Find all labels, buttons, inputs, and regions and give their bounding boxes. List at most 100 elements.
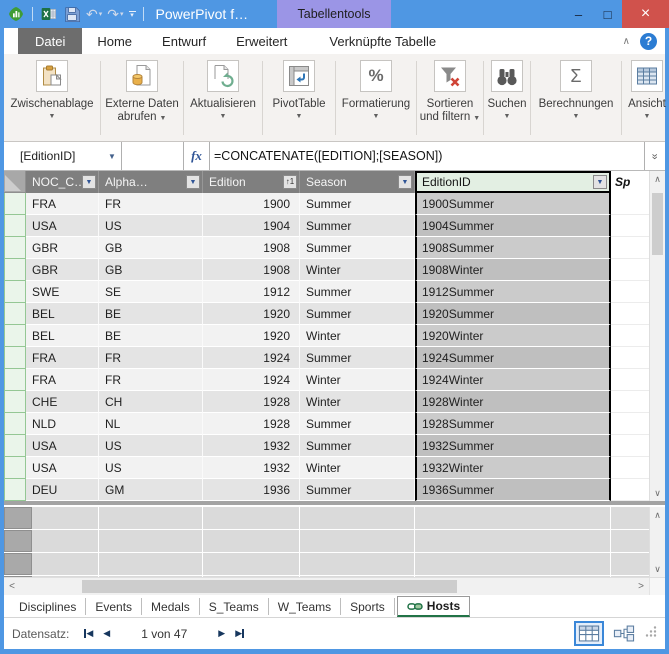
ribbon-button-suchen[interactable]: Suchen ▼ <box>484 57 530 141</box>
add-column-header[interactable]: Sp <box>611 171 649 193</box>
measure-row-header[interactable] <box>4 530 32 552</box>
cell-edition[interactable]: 1924 <box>203 347 300 369</box>
cell-alpha_2[interactable]: US <box>99 457 203 479</box>
empty-cell[interactable] <box>611 303 649 325</box>
resize-grip[interactable] <box>644 625 657 643</box>
grid-view-button[interactable] <box>574 621 604 646</box>
record-prev-button[interactable]: ◀ <box>103 628 110 639</box>
measure-cell[interactable] <box>99 576 203 577</box>
empty-cell[interactable] <box>611 391 649 413</box>
scrollbar-up-icon[interactable]: ∧ <box>650 507 666 523</box>
cell-edition[interactable]: 1928 <box>203 413 300 435</box>
cell-season[interactable]: Winter <box>300 325 415 347</box>
measure-cell[interactable] <box>300 530 415 552</box>
tab-verkn-pfte-tabelle[interactable]: Verknüpfte Tabelle <box>314 28 451 54</box>
sheet-tab-medals[interactable]: Medals <box>142 598 200 615</box>
cell-edition[interactable]: 1920 <box>203 303 300 325</box>
cell-season[interactable]: Winter <box>300 457 415 479</box>
empty-cell[interactable] <box>611 413 649 435</box>
row-selector[interactable] <box>4 479 26 501</box>
cell-noc_code[interactable]: GBR <box>26 259 99 281</box>
ribbon-button-berechnungen[interactable]: Σ Berechnungen ▼ <box>531 57 621 141</box>
filter-dropdown-icon[interactable]: ▼ <box>593 175 607 189</box>
sheet-tab-disciplines[interactable]: Disciplines <box>10 598 87 615</box>
ribbon-button-pivottable[interactable]: PivotTable ▼ <box>263 57 335 141</box>
ribbon-button-sortieren[interactable]: Sortieren und filtern ▼ <box>417 57 483 141</box>
cell-alpha_2[interactable]: GM <box>99 479 203 501</box>
filter-dropdown-icon[interactable]: ▼ <box>398 175 412 189</box>
filter-dropdown-icon[interactable]: ▼ <box>82 175 96 189</box>
cell-alpha_2[interactable]: NL <box>99 413 203 435</box>
measure-cell[interactable] <box>99 530 203 552</box>
cell-edition[interactable]: 1928 <box>203 391 300 413</box>
cell-edition_id[interactable]: 1924Winter <box>415 369 611 391</box>
cell-edition[interactable]: 1932 <box>203 435 300 457</box>
sheet-tab-hosts[interactable]: Hosts <box>396 596 471 617</box>
ribbon-button-zwischenablage[interactable]: Zwischenablage ▼ <box>4 57 100 141</box>
cell-edition_id[interactable]: 1924Summer <box>415 347 611 369</box>
tab-erweitert[interactable]: Erweitert <box>221 28 302 54</box>
measure-cell[interactable] <box>611 530 649 552</box>
cell-edition_id[interactable]: 1904Summer <box>415 215 611 237</box>
cell-season[interactable]: Winter <box>300 391 415 413</box>
formula-input[interactable]: =CONCATENATE([EDITION];[SEASON]) <box>210 142 644 170</box>
cell-season[interactable]: Winter <box>300 259 415 281</box>
cell-season[interactable]: Summer <box>300 237 415 259</box>
cell-alpha_2[interactable]: SE <box>99 281 203 303</box>
cell-noc_code[interactable]: USA <box>26 215 99 237</box>
measure-cell[interactable] <box>99 507 203 529</box>
row-selector[interactable] <box>4 369 26 391</box>
row-selector[interactable] <box>4 303 26 325</box>
measure-cell[interactable] <box>611 507 649 529</box>
cell-noc_code[interactable]: FRA <box>26 369 99 391</box>
column-header-edition[interactable]: Edition ↑1 <box>203 171 300 193</box>
row-selector[interactable] <box>4 237 26 259</box>
context-tab-tabellentools[interactable]: Tabellentools <box>277 0 391 28</box>
cell-edition_id[interactable]: 1936Summer <box>415 479 611 501</box>
horizontal-scrollbar[interactable]: < > <box>4 577 665 595</box>
sheet-tab-s_teams[interactable]: S_Teams <box>200 598 269 615</box>
cell-edition_id[interactable]: 1908Winter <box>415 259 611 281</box>
cell-edition_id[interactable]: 1908Summer <box>415 237 611 259</box>
cell-noc_code[interactable]: BEL <box>26 303 99 325</box>
cell-season[interactable]: Summer <box>300 435 415 457</box>
cell-alpha_2[interactable]: BE <box>99 303 203 325</box>
row-selector[interactable] <box>4 347 26 369</box>
cell-alpha_2[interactable]: FR <box>99 347 203 369</box>
cell-season[interactable]: Summer <box>300 215 415 237</box>
cell-edition[interactable]: 1932 <box>203 457 300 479</box>
cell-season[interactable]: Summer <box>300 347 415 369</box>
cell-noc_code[interactable]: FRA <box>26 347 99 369</box>
cell-season[interactable]: Summer <box>300 479 415 501</box>
ribbon-button-formatierung[interactable]: % Formatierung ▼ <box>336 57 416 141</box>
calculation-area-scrollbar[interactable]: ∧ ∨ <box>649 507 665 577</box>
empty-cell[interactable] <box>611 347 649 369</box>
tab-datei[interactable]: Datei <box>18 28 83 54</box>
measure-cell[interactable] <box>203 530 300 552</box>
row-selector[interactable] <box>4 281 26 303</box>
save-icon[interactable] <box>63 5 81 23</box>
cell-edition_id[interactable]: 1932Summer <box>415 435 611 457</box>
row-selector[interactable] <box>4 435 26 457</box>
measure-cell[interactable] <box>415 530 611 552</box>
tab-entwurf[interactable]: Entwurf <box>147 28 221 54</box>
cell-edition[interactable]: 1936 <box>203 479 300 501</box>
measure-row-header[interactable] <box>4 553 32 575</box>
minimize-button[interactable]: – <box>564 0 593 28</box>
cell-alpha_2[interactable]: US <box>99 215 203 237</box>
empty-cell[interactable] <box>611 325 649 347</box>
diagram-view-button[interactable] <box>611 623 637 644</box>
cell-noc_code[interactable]: SWE <box>26 281 99 303</box>
column-header-season[interactable]: Season ▼ <box>300 171 415 193</box>
measure-cell[interactable] <box>32 530 99 552</box>
column-header-noc_code[interactable]: NOC_C… ▼ <box>26 171 99 193</box>
cell-alpha_2[interactable]: CH <box>99 391 203 413</box>
cell-edition[interactable]: 1924 <box>203 369 300 391</box>
cell-edition_id[interactable]: 1928Winter <box>415 391 611 413</box>
cell-noc_code[interactable]: USA <box>26 457 99 479</box>
fx-icon[interactable]: fx <box>184 142 210 170</box>
cell-edition_id[interactable]: 1912Summer <box>415 281 611 303</box>
empty-cell[interactable] <box>611 193 649 215</box>
cell-noc_code[interactable]: BEL <box>26 325 99 347</box>
maximize-button[interactable]: □ <box>593 0 622 28</box>
